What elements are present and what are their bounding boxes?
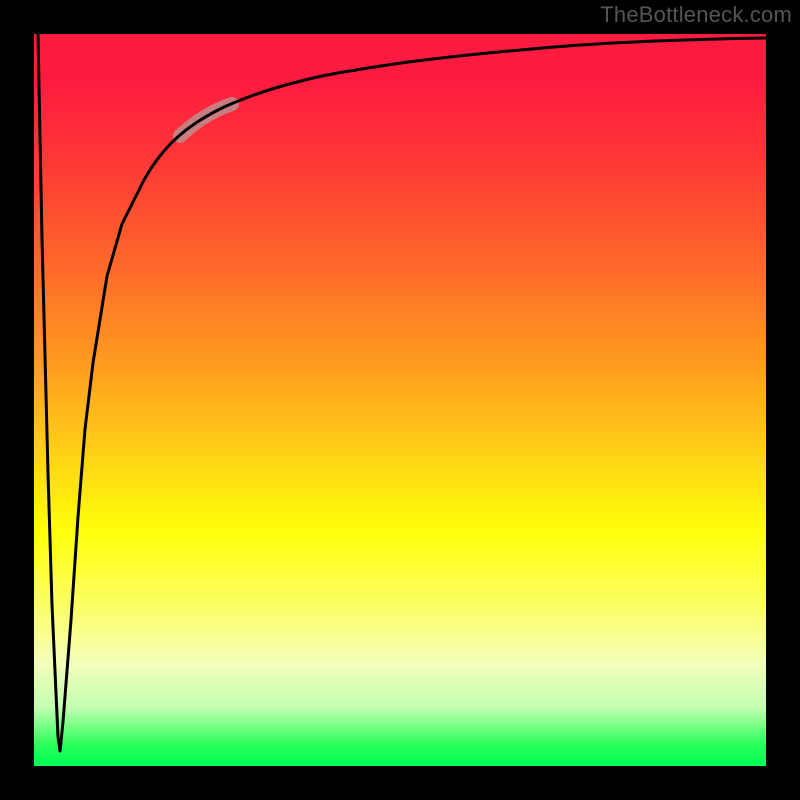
bottleneck-curve (38, 34, 766, 751)
chart-stage: TheBottleneck.com (0, 0, 800, 800)
plot-area (34, 34, 766, 766)
curve-highlight (180, 104, 232, 136)
curve-svg (34, 34, 766, 766)
watermark-text: TheBottleneck.com (600, 2, 792, 28)
